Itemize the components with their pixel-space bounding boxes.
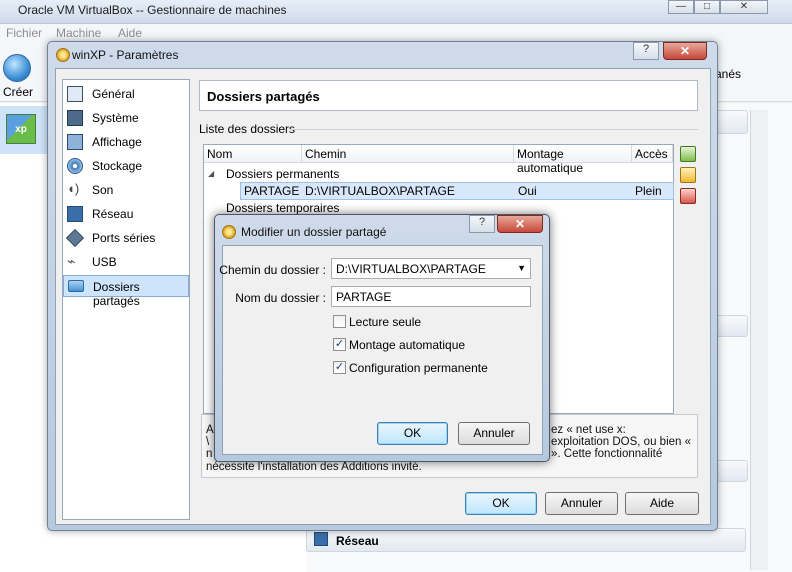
automount-checkbox[interactable]: ✓ [333,338,346,351]
details-scrollbar[interactable] [750,110,768,570]
settings-help-text-button[interactable]: Aide [625,492,699,515]
category-reseau[interactable]: Réseau [63,203,189,225]
edit-dialog-title: Modifier un dossier partagé [241,225,387,239]
folder-path-combobox[interactable]: D:\VIRTUALBOX\PARTAGE ▼ [331,258,531,279]
info-fragment: n [206,448,213,460]
gear-icon [222,225,236,239]
category-label: Système [92,111,139,125]
chip-icon [67,110,83,126]
category-general[interactable]: Général [63,83,189,105]
settings-dialog-title: winXP - Paramètres [72,48,179,62]
remove-folder-icon[interactable] [680,188,696,204]
create-button-label[interactable]: Créer [3,85,33,99]
category-dossiers-partages[interactable]: Dossiers partagés [63,275,189,308]
edit-ok-button[interactable]: OK [377,422,448,445]
edit-cancel-button[interactable]: Annuler [458,422,530,445]
network-icon [314,532,328,546]
row-name: PARTAGE [244,184,300,198]
category-label: Dossiers partagés [93,280,140,308]
network-icon [67,206,83,222]
display-icon [67,134,83,150]
category-usb[interactable]: ⌁ USB [63,251,189,273]
info-text: ez « net use x: [551,424,626,436]
new-vm-icon[interactable] [3,54,31,82]
info-text: ». Cette fonctionnalité [551,448,663,460]
usb-icon: ⌁ [67,253,76,269]
permanent-checkbox[interactable]: ✓ [333,361,346,374]
port-icon [65,228,85,248]
permanent-label[interactable]: Configuration permanente [349,361,488,375]
menu-machine[interactable]: Machine [56,26,101,40]
category-son[interactable]: ◖) Son [63,179,189,201]
category-label: Stockage [92,159,143,173]
settings-cancel-button[interactable]: Annuler [545,492,618,515]
disk-icon [67,158,83,174]
network-section-title: Réseau [336,534,379,548]
gear-icon [56,48,70,62]
category-ports-series[interactable]: Ports séries [63,227,189,249]
column-header-acces[interactable]: Accès [632,145,673,163]
minimize-button[interactable]: — [668,0,694,14]
column-header-nom[interactable]: Nom [204,145,302,163]
category-stockage[interactable]: Stockage [63,155,189,177]
folder-path-label: Chemin du dossier : [219,263,326,277]
readonly-label[interactable]: Lecture seule [349,315,421,329]
group-permanent-folders[interactable]: Dossiers permanents [226,167,339,181]
monitor-icon [67,86,83,102]
caption-separator [290,129,698,130]
edit-close-button[interactable]: ✕ [497,215,543,233]
category-label: Réseau [92,207,134,221]
menu-fichier[interactable]: Fichier [6,26,42,40]
main-window-title: Oracle VM VirtualBox -- Gestionnaire de … [18,3,287,17]
info-text: exploitation DOS, ou bien « [551,436,692,448]
info-fragment: A [206,424,214,436]
settings-ok-button[interactable]: OK [465,492,537,515]
category-affichage[interactable]: Affichage [63,131,189,153]
group-temporary-folders[interactable]: Dossiers temporaires [226,201,339,215]
main-close-button[interactable]: ✕ [720,0,768,14]
settings-help-button[interactable]: ? [633,42,659,60]
category-label: Ports séries [92,231,156,245]
speaker-icon: ◖) [67,181,80,196]
row-automount: Oui [518,184,537,198]
folders-list-caption: Liste des dossiers [199,122,296,136]
column-header-chemin[interactable]: Chemin [302,145,514,163]
category-label: Affichage [92,135,142,149]
folder-path-value: D:\VIRTUALBOX\PARTAGE [336,262,486,276]
info-fragment: \ [206,436,210,448]
row-access: Plein [635,184,662,198]
winxp-os-icon: xp [6,114,36,144]
settings-close-button[interactable]: ✕ [663,42,707,60]
edit-folder-icon[interactable] [680,167,696,183]
folder-name-value: PARTAGE [336,290,392,304]
page-title: Dossiers partagés [207,89,320,104]
maximize-button[interactable]: □ [694,0,720,14]
info-text: nécessite l'installation des Additions i… [206,461,422,473]
category-systeme[interactable]: Système [63,107,189,129]
folder-name-input[interactable]: PARTAGE [331,286,531,307]
folder-name-label: Nom du dossier : [235,291,326,305]
category-label: Général [92,87,135,101]
chevron-down-icon[interactable]: ▼ [517,263,526,273]
edit-help-button[interactable]: ? [469,215,495,233]
row-path: D:\VIRTUALBOX\PARTAGE [305,184,455,198]
folder-icon [68,280,84,292]
column-header-montage[interactable]: Montage automatique [514,145,632,175]
category-label: USB [92,255,117,269]
add-folder-icon[interactable] [680,146,696,162]
collapse-arrow-icon[interactable]: ◢ [208,169,214,178]
automount-label[interactable]: Montage automatique [349,338,465,352]
toolbar-partial-label: anés [715,67,742,81]
readonly-checkbox[interactable] [333,315,346,328]
menu-aide[interactable]: Aide [118,26,142,40]
category-label: Son [92,183,114,197]
